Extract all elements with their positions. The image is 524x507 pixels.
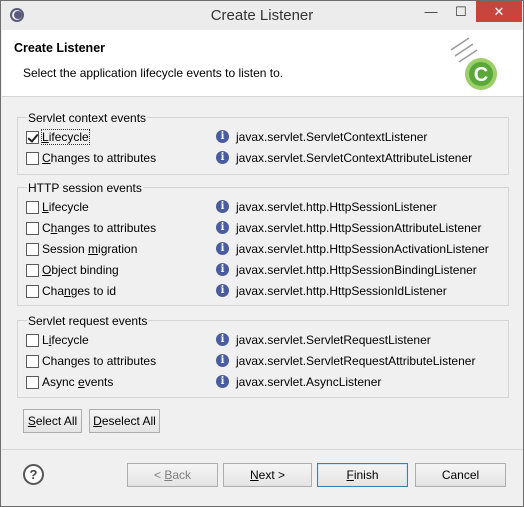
info-icon: i [216,284,229,297]
footer-divider [2,449,523,450]
deselect-all-button[interactable]: Deselect All [89,409,160,433]
info-icon: i [216,354,229,367]
checkbox-label[interactable]: Lifecycle [42,333,89,347]
interface-name: javax.servlet.http.HttpSessionActivation… [236,242,489,256]
list-item[interactable]: Changes to id i javax.servlet.http.HttpS… [18,282,508,300]
list-item[interactable]: Changes to attributes i javax.servlet.ht… [18,219,508,237]
interface-name: javax.servlet.http.HttpSessionListener [236,200,437,214]
close-button[interactable]: ✕ [476,1,522,22]
help-icon[interactable]: ? [23,464,44,485]
info-icon: i [216,263,229,276]
servlet-request-events-group: Servlet request events Lifecycle i javax… [17,314,509,398]
info-icon: i [216,242,229,255]
info-icon: i [216,200,229,213]
lifecycle-checkbox[interactable] [26,201,39,214]
lifecycle-checkbox[interactable] [26,334,39,347]
interface-name: javax.servlet.ServletContextAttributeLis… [236,151,473,165]
async-events-checkbox[interactable] [26,376,39,389]
next-button[interactable]: Next > [223,463,312,487]
changes-to-attributes-checkbox[interactable] [26,152,39,165]
http-session-events-group: HTTP session events Lifecycle i javax.se… [17,181,509,306]
session-migration-checkbox[interactable] [26,243,39,256]
checkbox-label[interactable]: Lifecycle [41,129,90,145]
finish-button[interactable]: Finish [317,463,408,487]
changes-to-attributes-checkbox[interactable] [26,222,39,235]
maximize-button[interactable]: ☐ [446,1,476,22]
list-item[interactable]: Lifecycle i javax.servlet.ServletContext… [18,128,508,146]
info-icon: i [216,130,229,143]
title-bar[interactable]: Create Listener — ☐ ✕ [1,1,523,30]
checkbox-label[interactable]: Async events [42,375,113,389]
list-item[interactable]: Lifecycle i javax.servlet.ServletRequest… [18,331,508,349]
info-icon: i [216,221,229,234]
list-item[interactable]: Async events i javax.servlet.AsyncListen… [18,373,508,391]
interface-name: javax.servlet.http.HttpSessionAttributeL… [236,221,482,235]
info-icon: i [216,151,229,164]
lifecycle-checkbox[interactable] [26,131,39,144]
page-heading: Create Listener [14,41,106,55]
checkbox-label[interactable]: Changes to attributes [42,354,156,368]
list-item[interactable]: Object binding i javax.servlet.http.Http… [18,261,508,279]
new-class-wizard-icon: C [450,37,497,90]
create-listener-dialog: Create Listener — ☐ ✕ Create Listener Se… [0,0,524,507]
back-button[interactable]: < Back [127,463,218,487]
interface-name: javax.servlet.ServletRequestAttributeLis… [236,354,476,368]
interface-name: javax.servlet.ServletRequestListener [236,333,431,347]
svg-text:C: C [474,64,488,86]
list-item[interactable]: Session migration i javax.servlet.http.H… [18,240,508,258]
list-item[interactable]: Changes to attributes i javax.servlet.Se… [18,149,508,167]
select-all-button[interactable]: Select All [23,409,82,433]
cancel-button[interactable]: Cancel [415,463,506,487]
interface-name: javax.servlet.AsyncListener [236,375,382,389]
info-icon: i [216,375,229,388]
checkbox-label[interactable]: Changes to id [42,284,116,298]
list-item[interactable]: Lifecycle i javax.servlet.http.HttpSessi… [18,198,508,216]
checkbox-label[interactable]: Lifecycle [42,200,89,214]
list-item[interactable]: Changes to attributes i javax.servlet.Se… [18,352,508,370]
interface-name: javax.servlet.http.HttpSessionIdListener [236,284,447,298]
page-description: Select the application lifecycle events … [23,66,284,80]
group-title: HTTP session events [27,181,143,195]
wizard-banner: Create Listener Select the application l… [2,30,523,97]
object-binding-checkbox[interactable] [26,264,39,277]
group-title: Servlet request events [27,314,149,328]
interface-name: javax.servlet.http.HttpSessionBindingLis… [236,263,477,277]
minimize-button[interactable]: — [416,1,446,22]
changes-to-attributes-checkbox[interactable] [26,355,39,368]
checkbox-label[interactable]: Changes to attributes [42,221,156,235]
info-icon: i [216,333,229,346]
group-title: Servlet context events [27,111,148,125]
interface-name: javax.servlet.ServletContextListener [236,130,428,144]
checkbox-label[interactable]: Changes to attributes [42,151,156,165]
servlet-context-events-group: Servlet context events Lifecycle i javax… [17,111,509,175]
checkbox-label[interactable]: Session migration [42,242,137,256]
checkbox-label[interactable]: Object binding [42,263,119,277]
changes-to-id-checkbox[interactable] [26,285,39,298]
